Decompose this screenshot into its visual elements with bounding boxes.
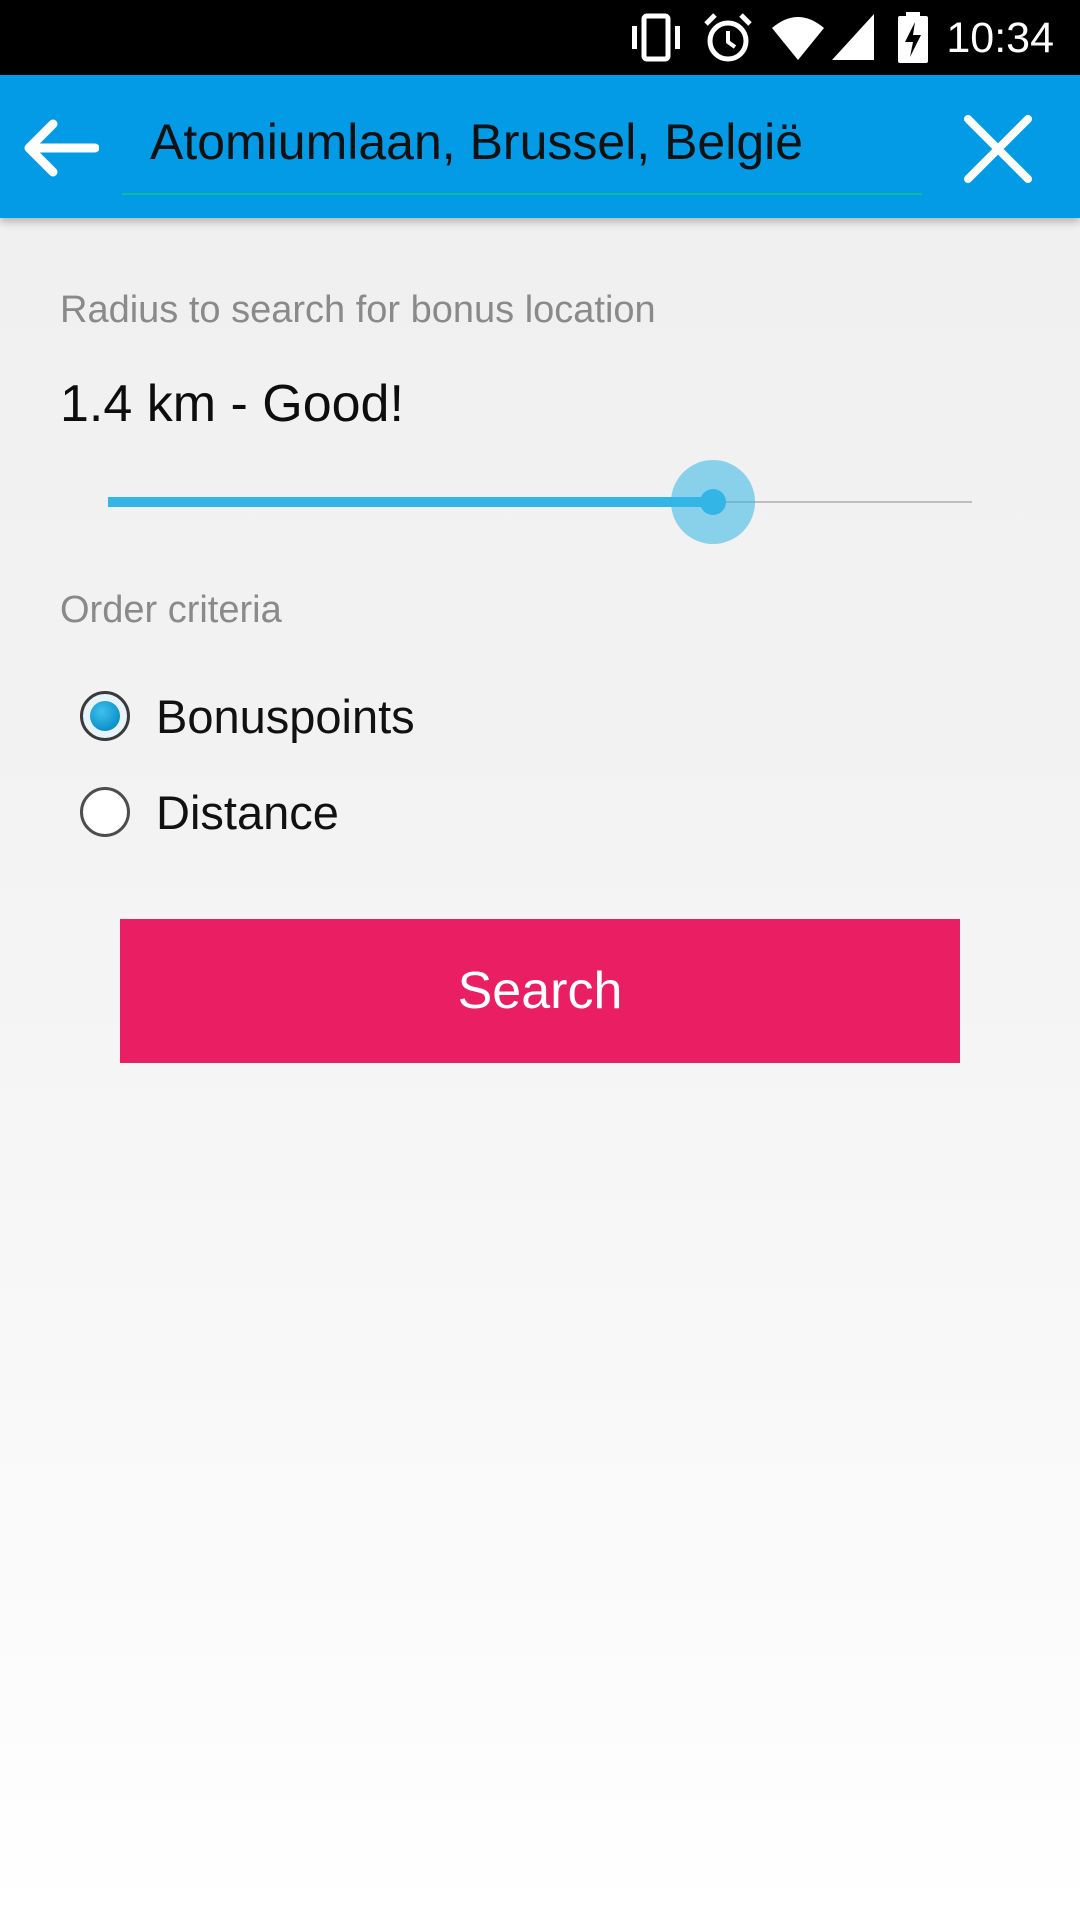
slider-thumb-core (699, 489, 726, 515)
radio-label-bonuspoints: Bonuspoints (156, 689, 415, 743)
close-button[interactable] (948, 99, 1048, 199)
search-input[interactable] (122, 95, 922, 195)
slider-fill (108, 497, 713, 507)
status-bar: 10:34 (0, 0, 1080, 75)
radio-button-bonuspoints[interactable] (80, 691, 130, 741)
vibrate-icon (632, 13, 680, 62)
order-criteria-label: Order criteria (60, 589, 282, 631)
radius-value: 1.4 km - Good! (60, 375, 404, 433)
close-icon (964, 115, 1032, 183)
status-time: 10:34 (946, 14, 1054, 62)
wifi-icon (772, 17, 824, 60)
cell-signal-icon (832, 14, 874, 60)
alarm-icon (704, 13, 752, 62)
back-button[interactable] (12, 103, 106, 193)
radio-label-distance: Distance (156, 785, 339, 839)
search-button[interactable]: Search (120, 919, 960, 1063)
slider-thumb[interactable] (670, 460, 755, 544)
radio-option-bonuspoints[interactable]: Bonuspoints (80, 681, 415, 751)
radius-slider[interactable] (108, 460, 972, 544)
arrow-back-icon (24, 119, 99, 177)
toolbar (0, 75, 1080, 218)
radio-button-distance[interactable] (80, 787, 130, 837)
battery-charging-icon (898, 12, 928, 63)
radio-option-distance[interactable]: Distance (80, 777, 339, 847)
radius-label: Radius to search for bonus location (60, 289, 656, 331)
